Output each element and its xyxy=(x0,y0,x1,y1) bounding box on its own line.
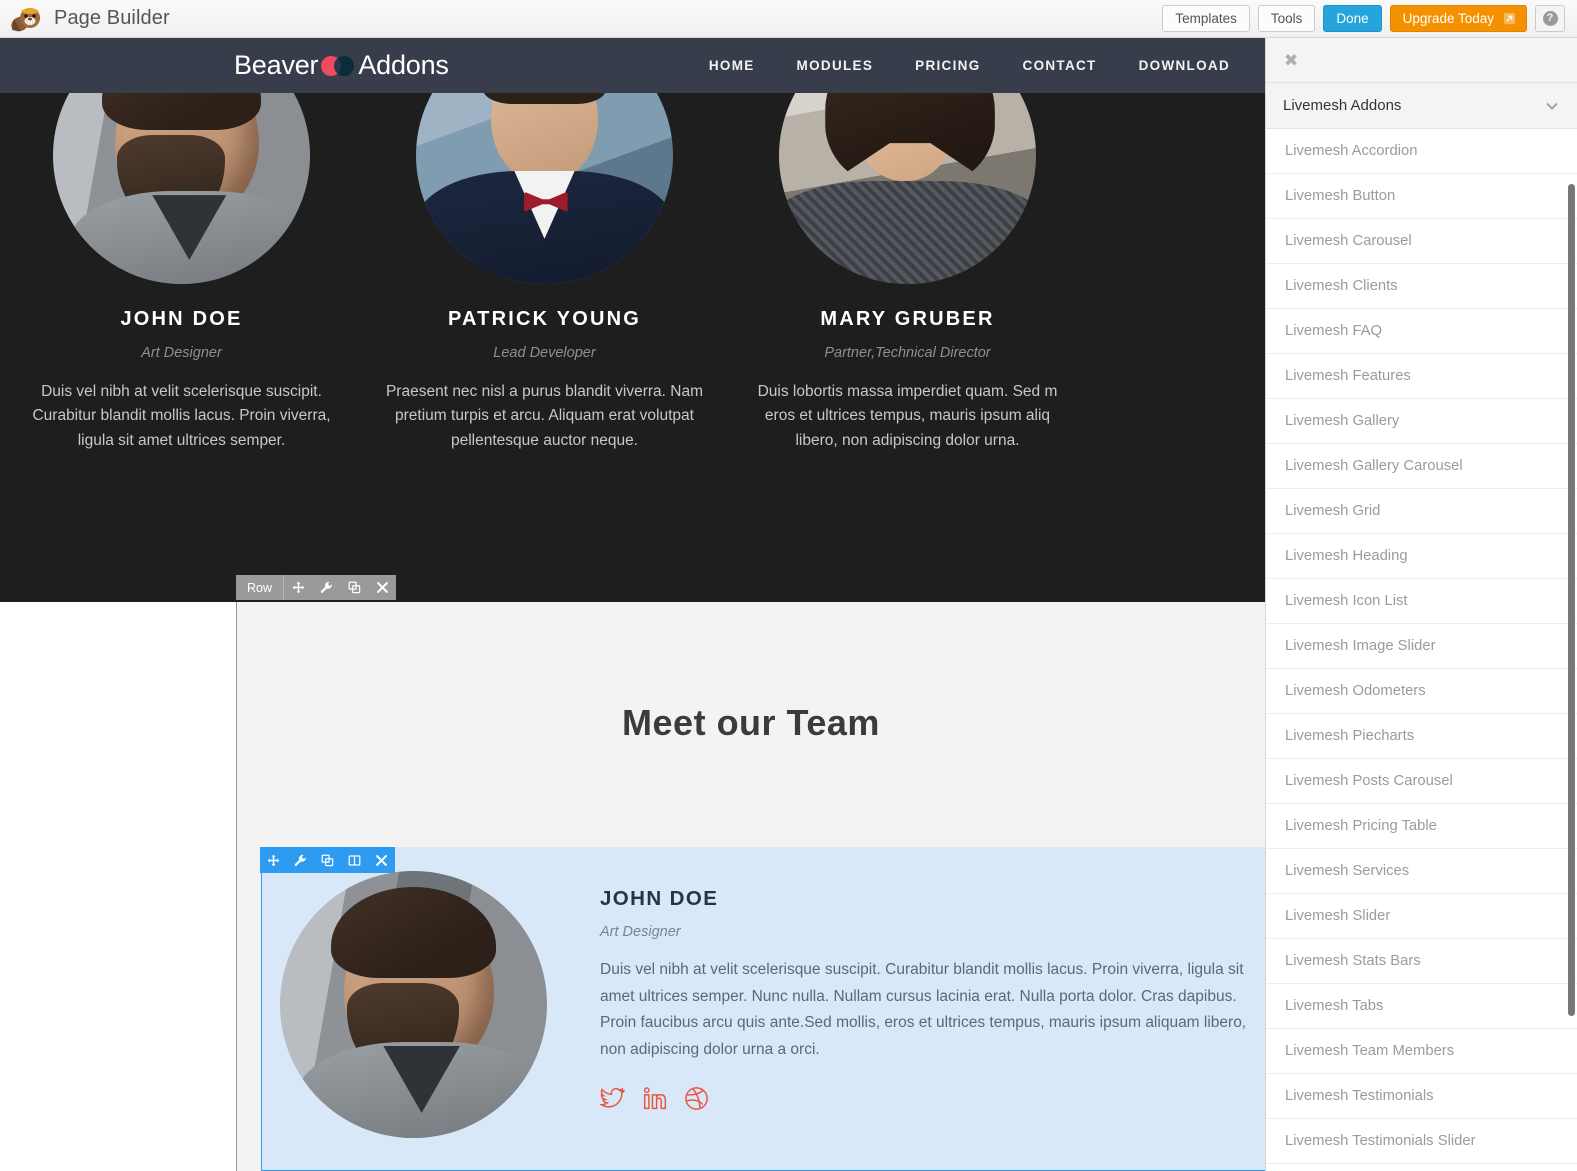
member-description: Duis lobortis massa imperdiet quam. Sed … xyxy=(757,383,1058,449)
avatar xyxy=(779,93,1036,284)
help-button[interactable]: ? xyxy=(1535,5,1565,32)
avatar xyxy=(280,871,547,1138)
module-list-item-gallery-carousel[interactable]: Livemesh Gallery Carousel xyxy=(1266,444,1577,489)
nav-item-contact[interactable]: CONTACT xyxy=(1002,58,1118,73)
page-builder-brand: Page Builder xyxy=(0,4,170,34)
module-toolbar xyxy=(260,847,395,873)
page-builder-admin-bar: Page Builder Templates Tools Done Upgrad… xyxy=(0,0,1577,38)
delete-row-icon[interactable] xyxy=(368,575,396,600)
site-logo-word-2: Addons xyxy=(358,50,449,80)
nav-item-pricing[interactable]: PRICING xyxy=(894,58,1001,73)
page-title: Page Builder xyxy=(54,7,170,29)
team-member-card[interactable]: MARY GRUBER Partner,Technical Director D… xyxy=(726,93,1089,453)
module-list-item-testimonials-slider[interactable]: Livemesh Testimonials Slider xyxy=(1266,1119,1577,1164)
avatar xyxy=(53,93,310,284)
member-role: Art Designer xyxy=(600,924,681,940)
duplicate-module-icon[interactable] xyxy=(314,847,341,873)
module-list-item-grid[interactable]: Livemesh Grid xyxy=(1266,489,1577,534)
member-name: PATRICK YOUNG xyxy=(447,308,642,330)
admin-action-buttons: Templates Tools Done Upgrade Today ? xyxy=(1162,5,1577,32)
modules-panel: ✖ Livemesh Addons Livemesh Accordion Liv… xyxy=(1265,38,1577,1171)
nav-item-home[interactable]: HOME xyxy=(688,58,776,73)
module-list-item-accordion[interactable]: Livemesh Accordion xyxy=(1266,129,1577,174)
module-list-item-team-members[interactable]: Livemesh Team Members xyxy=(1266,1029,1577,1074)
dark-team-section: JOHN DOE Art Designer Duis vel nibh at v… xyxy=(0,93,1265,640)
member-role: Lead Developer xyxy=(493,345,596,361)
member-name: JOHN DOE xyxy=(120,308,243,330)
module-list-item-icon-list[interactable]: Livemesh Icon List xyxy=(1266,579,1577,624)
module-list-item-posts-carousel[interactable]: Livemesh Posts Carousel xyxy=(1266,759,1577,804)
module-list-item-pricing-table[interactable]: Livemesh Pricing Table xyxy=(1266,804,1577,849)
module-list-item-button[interactable]: Livemesh Button xyxy=(1266,174,1577,219)
module-list-item-odometers[interactable]: Livemesh Odometers xyxy=(1266,669,1577,714)
module-list-item-tabs[interactable]: Livemesh Tabs xyxy=(1266,984,1577,1029)
close-panel-icon[interactable]: ✖ xyxy=(1284,52,1298,69)
external-link-icon xyxy=(1503,12,1516,25)
question-mark-icon: ? xyxy=(1542,11,1558,26)
site-logo[interactable]: Beaver Addons xyxy=(234,50,449,81)
done-button[interactable]: Done xyxy=(1323,5,1382,32)
row-toolbar: Row xyxy=(236,575,397,600)
module-list-item-heading[interactable]: Livemesh Heading xyxy=(1266,534,1577,579)
module-list-item-stats-bars[interactable]: Livemesh Stats Bars xyxy=(1266,939,1577,984)
settings-wrench-icon[interactable] xyxy=(287,847,314,873)
nav-item-modules[interactable]: MODULES xyxy=(776,58,895,73)
panel-group-label: Livemesh Addons xyxy=(1283,97,1402,114)
beaver-logo-icon xyxy=(10,4,44,34)
site-logo-word-1: Beaver xyxy=(234,50,319,80)
twitter-icon[interactable] xyxy=(600,1086,625,1111)
upgrade-label: Upgrade Today xyxy=(1402,11,1494,26)
member-name: JOHN DOE xyxy=(600,887,719,910)
social-links xyxy=(600,1086,1249,1111)
module-list-item-services[interactable]: Livemesh Services xyxy=(1266,849,1577,894)
site-nav-menu: HOME MODULES PRICING CONTACT DOWNLOAD xyxy=(688,58,1265,73)
panel-header: ✖ xyxy=(1266,38,1577,83)
move-module-icon[interactable] xyxy=(260,847,287,873)
chevron-down-icon xyxy=(1544,98,1560,114)
module-list-item-faq[interactable]: Livemesh FAQ xyxy=(1266,309,1577,354)
module-list-item-carousel[interactable]: Livemesh Carousel xyxy=(1266,219,1577,264)
settings-wrench-icon[interactable] xyxy=(312,575,340,600)
delete-module-icon[interactable] xyxy=(368,847,395,873)
member-role: Partner,Technical Director xyxy=(824,345,991,361)
member-role: Art Designer xyxy=(141,345,222,361)
move-row-icon[interactable] xyxy=(284,575,312,600)
member-description: Praesent nec nisl a purus blandit viverr… xyxy=(385,383,704,449)
dribbble-icon[interactable] xyxy=(684,1086,709,1111)
linkedin-icon[interactable] xyxy=(642,1086,667,1111)
module-list-item-piecharts[interactable]: Livemesh Piecharts xyxy=(1266,714,1577,759)
module-list-item-testimonials[interactable]: Livemesh Testimonials xyxy=(1266,1074,1577,1119)
member-description: Duis vel nibh at velit scelerisque susci… xyxy=(32,383,331,449)
module-list[interactable]: Livemesh Accordion Livemesh Button Livem… xyxy=(1266,129,1577,1171)
content-area: Meet our Team JOHN DOE Art Designer Duis… xyxy=(0,602,1266,1171)
panel-group-livemesh-addons[interactable]: Livemesh Addons xyxy=(1266,83,1577,129)
column-settings-icon[interactable] xyxy=(341,847,368,873)
duplicate-row-icon[interactable] xyxy=(340,575,368,600)
upgrade-today-button[interactable]: Upgrade Today xyxy=(1389,5,1527,32)
row-toolbar-label: Row xyxy=(236,575,285,600)
module-list-item-image-slider[interactable]: Livemesh Image Slider xyxy=(1266,624,1577,669)
panel-scrollbar-thumb[interactable] xyxy=(1568,184,1575,1016)
module-list-item-slider[interactable]: Livemesh Slider xyxy=(1266,894,1577,939)
team-member-card[interactable]: JOHN DOE Art Designer Duis vel nibh at v… xyxy=(0,93,363,453)
builder-row[interactable]: Meet our Team JOHN DOE Art Designer Duis… xyxy=(236,602,1266,1171)
member-name: MARY GRUBER xyxy=(820,308,995,330)
nav-item-download[interactable]: DOWNLOAD xyxy=(1118,58,1251,73)
selected-module[interactable]: JOHN DOE Art Designer Duis vel nibh at v… xyxy=(261,847,1266,1171)
avatar xyxy=(416,93,673,284)
team-member-card[interactable]: PATRICK YOUNG Lead Developer Praesent ne… xyxy=(363,93,726,453)
module-list-item-features[interactable]: Livemesh Features xyxy=(1266,354,1577,399)
tools-button[interactable]: Tools xyxy=(1257,5,1316,32)
section-heading: Meet our Team xyxy=(622,702,880,743)
module-list-item-clients[interactable]: Livemesh Clients xyxy=(1266,264,1577,309)
site-header: Beaver Addons HOME MODULES PRICING CONTA… xyxy=(0,38,1265,93)
two-overlapping-circles-icon xyxy=(321,55,355,76)
templates-button[interactable]: Templates xyxy=(1162,5,1250,32)
member-description: Duis vel nibh at velit scelerisque susci… xyxy=(600,961,1247,1058)
module-list-item-gallery[interactable]: Livemesh Gallery xyxy=(1266,399,1577,444)
